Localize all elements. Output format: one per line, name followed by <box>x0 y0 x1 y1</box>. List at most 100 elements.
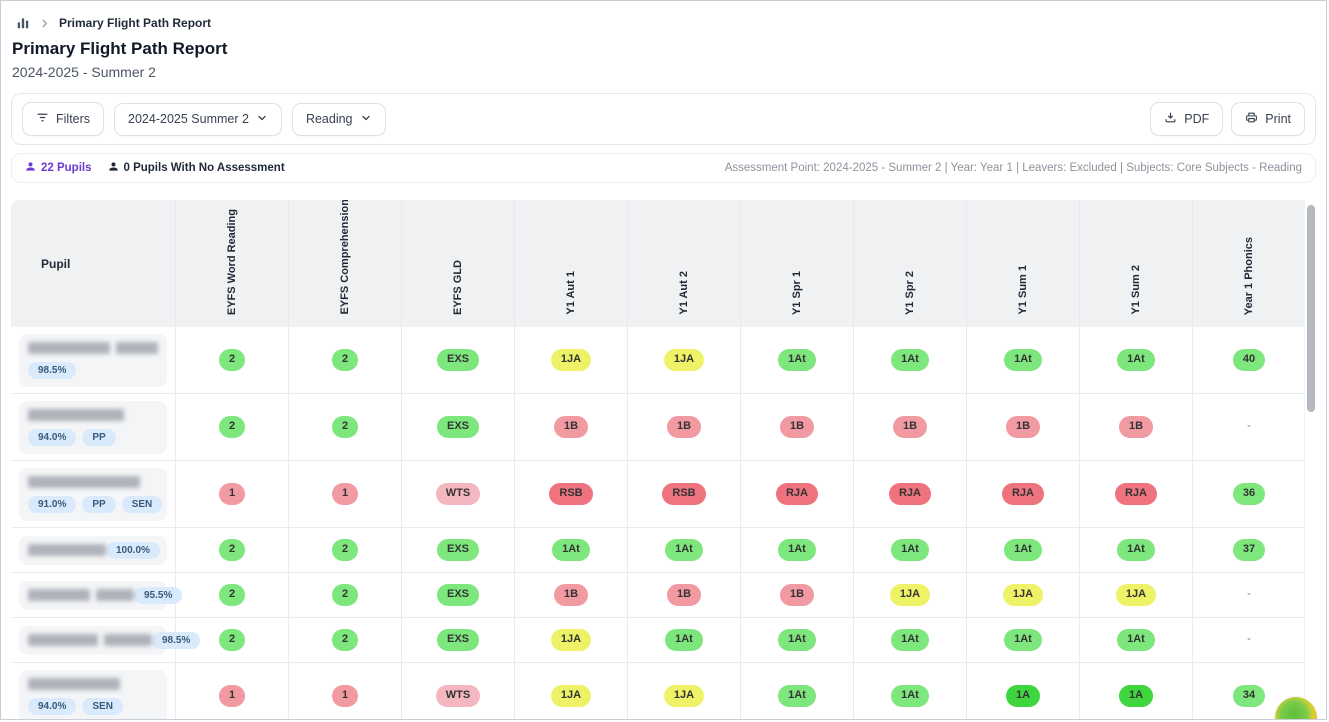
assessment-pill: 1At <box>891 685 929 706</box>
pupil-cell: 94.0%PP <box>11 394 176 460</box>
assessment-pill: 1At <box>1117 539 1155 560</box>
column-header-label: Y1 Sum 1 <box>1017 265 1029 315</box>
assessment-cell: 37 <box>1193 528 1306 572</box>
pupil-tags: 94.0%PP <box>28 429 158 446</box>
assessment-cell: 1At <box>1080 618 1193 662</box>
vertical-scrollbar[interactable] <box>1304 200 1316 720</box>
assessment-cell: RJA <box>967 461 1080 527</box>
assessment-pill: RJA <box>1002 483 1044 504</box>
column-header: Y1 Aut 2 <box>628 200 741 327</box>
assessment-cell: 1JA <box>628 327 741 393</box>
assessment-cell: 1B <box>628 573 741 617</box>
scrollbar-thumb[interactable] <box>1307 205 1315 412</box>
pupil-link[interactable]: 94.0%SEN <box>19 670 167 721</box>
assessment-cell: EXS <box>402 618 515 662</box>
assessment-pill: 1At <box>891 629 929 650</box>
assessment-pill: 36 <box>1233 483 1265 504</box>
assessment-cell: 1At <box>1080 528 1193 572</box>
assessment-pill: RJA <box>776 483 818 504</box>
column-header-label: EYFS GLD <box>452 260 464 315</box>
assessment-cell: EXS <box>402 528 515 572</box>
assessment-cell: 2 <box>289 394 402 460</box>
pupil-tag: PP <box>82 496 115 513</box>
breadcrumb: Primary Flight Path Report <box>1 1 1326 30</box>
assessment-pill: 1At <box>778 629 816 650</box>
assessment-pill: 1At <box>665 539 703 560</box>
assessment-pill: EXS <box>437 349 479 370</box>
assessment-cell: WTS <box>402 663 515 720</box>
assessment-cell: 40 <box>1193 327 1306 393</box>
assessment-pill: 2 <box>332 584 358 605</box>
pupil-link[interactable]: 98.5% <box>19 626 167 655</box>
pupil-name-redacted <box>28 342 158 354</box>
pupil-name-blur-block <box>28 589 90 601</box>
bar-chart-icon[interactable] <box>16 16 30 30</box>
no-result-dash: - <box>1237 584 1261 605</box>
assessment-cell: 36 <box>1193 461 1306 527</box>
flight-path-table: Pupil EYFS Word ReadingEYFS Comprehensio… <box>11 200 1316 720</box>
table-row: 94.0%PP22EXS1B1B1B1B1B1B- <box>11 394 1316 461</box>
assessment-pill: 1At <box>891 349 929 370</box>
column-header-label: Y1 Sum 2 <box>1130 265 1142 315</box>
column-header-label: Year 1 Phonics <box>1243 237 1255 315</box>
person-icon <box>108 161 119 175</box>
assessment-cell: - <box>1193 573 1306 617</box>
assessment-cell: 1JA <box>515 618 628 662</box>
table-row: 94.0%SEN11WTS1JA1JA1At1At1A1A34 <box>11 663 1316 720</box>
assessment-cell: 1At <box>741 663 854 720</box>
assessment-pill: 1JA <box>551 629 591 650</box>
assessment-cell: 2 <box>289 573 402 617</box>
pupil-name-redacted <box>28 409 158 421</box>
assessment-cell: 1At <box>628 528 741 572</box>
assessment-pill: 1At <box>778 349 816 370</box>
pupil-link[interactable]: 98.5% <box>19 334 167 387</box>
assessment-cell: 1At <box>967 618 1080 662</box>
assessment-pill: 1At <box>778 539 816 560</box>
table-header-row: Pupil EYFS Word ReadingEYFS Comprehensio… <box>11 200 1316 327</box>
column-header-label: EYFS Word Reading <box>226 209 238 315</box>
assessment-pill: 1At <box>1117 349 1155 370</box>
filters-button[interactable]: Filters <box>22 102 104 136</box>
column-header-label: EYFS Comprehension <box>339 200 351 315</box>
pupil-link[interactable]: 100.0% <box>19 536 167 565</box>
page-subtitle: 2024-2025 - Summer 2 <box>12 64 1326 80</box>
assessment-pill: 1At <box>1117 629 1155 650</box>
assessment-pill: 2 <box>332 539 358 560</box>
pupils-count-label: 22 Pupils <box>41 162 92 174</box>
breadcrumb-current-page[interactable]: Primary Flight Path Report <box>59 16 211 30</box>
assessment-period-dropdown[interactable]: 2024-2025 Summer 2 <box>114 103 282 136</box>
assessment-cell: EXS <box>402 327 515 393</box>
assessment-pill: 2 <box>219 349 245 370</box>
assessment-pill: 1JA <box>1116 584 1156 605</box>
no-assessment-label: 0 Pupils With No Assessment <box>124 162 285 174</box>
assessment-cell: 1JA <box>967 573 1080 617</box>
assessment-pill: 1B <box>554 416 588 437</box>
pupil-link[interactable]: 94.0%PP <box>19 401 167 454</box>
pupil-name-redacted <box>28 589 134 601</box>
filters-button-label: Filters <box>56 112 90 126</box>
assessment-cell: 1At <box>854 663 967 720</box>
assessment-cell: 1At <box>1080 327 1193 393</box>
pupil-name-redacted <box>28 634 152 646</box>
assessment-pill: 1 <box>332 685 358 706</box>
assessment-cell: 1At <box>741 327 854 393</box>
assessment-cell: 1B <box>515 573 628 617</box>
table-header-columns: EYFS Word Reading EYFS Comprehension EYFS … <box>176 200 1306 327</box>
print-button[interactable]: Print <box>1231 102 1305 136</box>
pdf-button[interactable]: PDF <box>1150 102 1223 136</box>
pupil-link[interactable]: 91.0%PPSEN <box>19 468 167 521</box>
assessment-pill: 1JA <box>551 349 591 370</box>
column-header: Y1 Sum 2 <box>1080 200 1193 327</box>
column-header: Y1 Sum 1 <box>967 200 1080 327</box>
assessment-cell: 2 <box>176 327 289 393</box>
table-row: 98.5%22EXS1JA1At1At1At1At1At- <box>11 618 1316 663</box>
pupil-tags: 94.0%SEN <box>28 698 158 715</box>
assessment-pill: 1At <box>1004 349 1042 370</box>
assessment-pill: RJA <box>1115 483 1157 504</box>
export-buttons: PDF Print <box>1150 102 1305 136</box>
assessment-cell: 2 <box>289 528 402 572</box>
assessment-pill: 1At <box>1004 539 1042 560</box>
pupil-name-blur-block <box>116 342 158 354</box>
pupil-link[interactable]: 95.5% <box>19 581 167 610</box>
subject-dropdown[interactable]: Reading <box>292 103 386 136</box>
